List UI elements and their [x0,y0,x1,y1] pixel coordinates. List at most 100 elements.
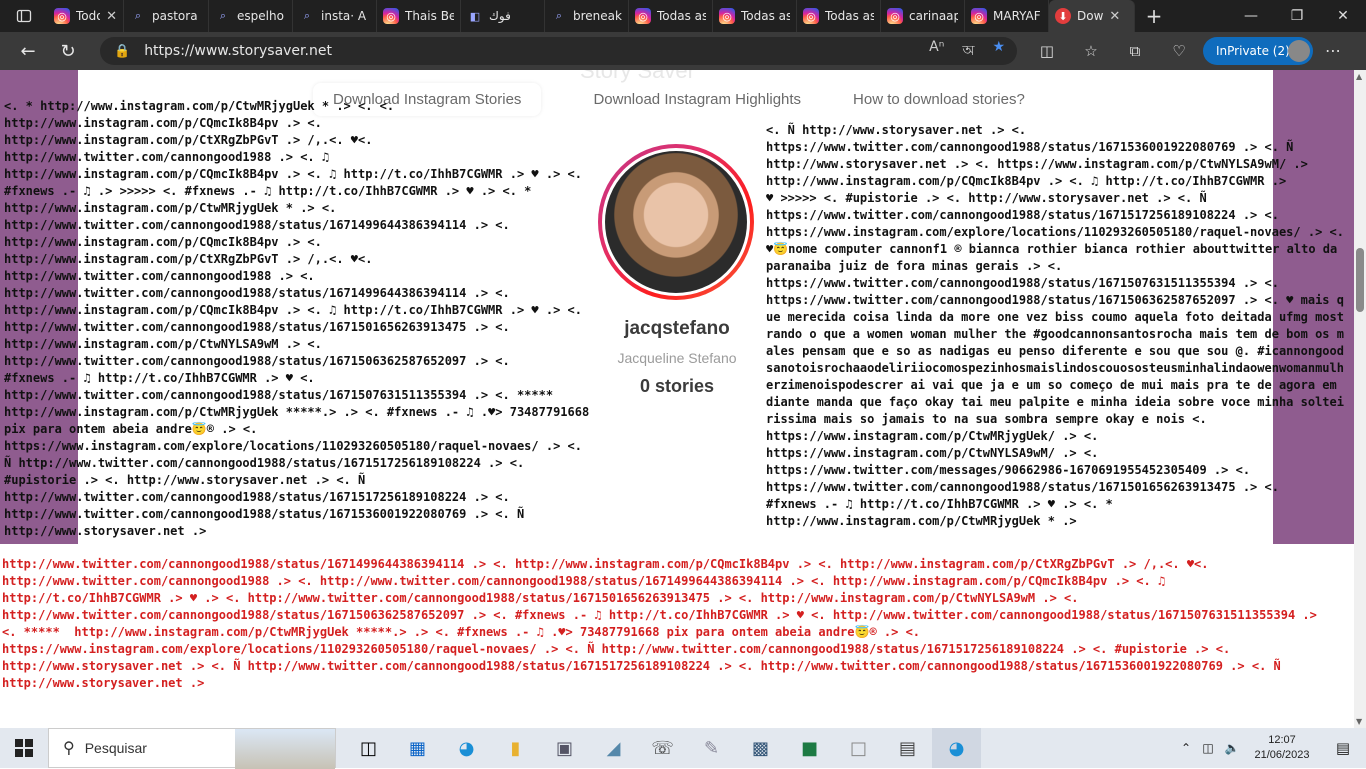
system-tray: ⌃ ◫ 🔈 12:07 21/06/2023 ▤ [1176,728,1366,768]
tab-label: Dow [1077,9,1104,23]
window-controls: — ❐ ✕ [1228,0,1366,32]
show-hidden-icons[interactable]: ⌃ [1176,741,1196,755]
app-icon[interactable]: ◢ [589,728,638,768]
browser-tab[interactable]: ◎ Todo ✕ [48,0,124,32]
pinned-apps: ◫ ▦ ◕ ▮ ▣ ◢ ☏ ✎ ▩ ■ □ ▤ ◕ [344,728,981,768]
browser-tab[interactable]: ◎ Todas as [629,0,713,32]
overlay-text-right: <. Ñ http://www.storysaver.net .> <. htt… [766,123,1344,528]
browser-tab[interactable]: ◎ Todas as [713,0,797,32]
task-view-icon[interactable]: ◫ [344,728,393,768]
search-placeholder: Pesquisar [84,740,147,756]
clock[interactable]: 12:07 21/06/2023 [1244,733,1320,763]
nav-download-highlights[interactable]: Download Instagram Highlights [593,91,801,108]
tab-label: pastora r [152,9,202,23]
tab-actions-icon [16,9,32,23]
scrollbar-thumb[interactable] [1356,248,1364,312]
film-icon[interactable]: ▤ [883,728,932,768]
clock-date: 21/06/2023 [1254,749,1310,761]
edge-icon[interactable]: ◕ [442,728,491,768]
edge-active-icon[interactable]: ◕ [932,728,981,768]
browser-tab[interactable]: ◎ Thais Ber [377,0,461,32]
page-scrollbar[interactable]: ▲ ▼ [1354,70,1366,728]
instagram-icon: ◎ [971,8,987,24]
taskbar-search[interactable]: ⚲ Pesquisar [48,728,336,769]
media-icon: ◧ [469,9,481,23]
store-icon[interactable]: ▦ [393,728,442,768]
translate-icon[interactable]: অ [962,39,974,63]
browser-tab[interactable]: ◎ carinaap [881,0,965,32]
minimize-button[interactable]: — [1228,0,1274,32]
volume-icon[interactable]: 🔈 [1220,741,1244,755]
tabs-container: ◎ Todo ✕ ⌕ pastora r ⌕ espelho ⌕ insta· A p ◎ Thai… [48,0,1135,32]
tab-label: Todas as [825,9,874,23]
remote-desktop-icon[interactable]: ▩ [736,728,785,768]
browser-tab[interactable]: ⌕ pastora r [124,0,209,32]
network-icon[interactable]: ◫ [1196,741,1220,755]
split-screen-icon[interactable]: ◫ [1030,42,1064,60]
collections-icon[interactable]: ⧉ [1118,42,1152,60]
refresh-icon: ↻ [60,40,76,62]
refresh-button[interactable]: ↻ [48,32,88,70]
close-window-button[interactable]: ✕ [1320,0,1366,32]
settings-menu-button[interactable]: ⋯ [1325,32,1341,70]
taskbar: ⚲ Pesquisar ◫ ▦ ◕ ▮ ▣ ◢ ☏ ✎ ▩ ■ □ ▤ ◕ ⌃ … [0,728,1366,769]
instagram-icon: ◎ [719,8,735,24]
overlay-text-bottom: http://www.twitter.com/cannongood1988/st… [2,557,1317,690]
read-aloud-icon[interactable]: Aⁿ [929,39,944,63]
instagram-icon: ◎ [383,8,399,24]
tab-label: فوك [489,9,511,23]
paint-icon[interactable]: ✎ [687,728,736,768]
search-highlight-image [235,729,335,769]
toolbar: ← ↻ 🔒 https://www.storysaver.net Aⁿ অ ★ … [0,32,1366,70]
back-arrow-icon: ← [20,40,36,62]
browser-tab[interactable]: ◧ فوك [461,0,545,32]
inprivate-label: InPrivate (2) [1216,44,1290,58]
browser-tab[interactable]: ◎ MARYAF [965,0,1049,32]
tab-label: Thais Ber [405,9,454,23]
close-tab-icon[interactable]: ✕ [106,9,117,24]
browser-tab[interactable]: ◎ Todas as [797,0,881,32]
tab-label: carinaap [909,9,958,23]
profile-avatar [1288,40,1310,62]
start-button[interactable] [0,728,48,768]
nav-how-to[interactable]: How to download stories? [853,91,1025,108]
photos-icon[interactable]: ▣ [540,728,589,768]
instagram-icon: ◎ [635,8,651,24]
download-icon: ⬇ [1055,8,1071,24]
inprivate-button[interactable]: InPrivate (2) [1203,37,1313,65]
excel-icon[interactable]: ■ [785,728,834,768]
browser-tab[interactable]: ⌕ espelho [209,0,293,32]
close-tab-icon[interactable]: ✕ [1109,9,1120,24]
search-icon: ⌕ [219,9,227,22]
tab-label: insta· A p [321,9,370,23]
profile-username: jacqstefano [624,318,730,339]
profile-story-count: 0 stories [639,376,715,396]
search-icon: ⌕ [555,9,563,22]
favorite-star-icon[interactable]: ★ [992,39,1005,63]
browser-tab[interactable]: ⌕ breneak [545,0,629,32]
notepad-icon[interactable]: □ [834,728,883,768]
notifications-icon[interactable]: ▤ [1320,739,1366,757]
file-explorer-icon[interactable]: ▮ [491,728,540,768]
tab-label: Todo [76,9,100,23]
browser-tab[interactable]: ⌕ insta· A p [293,0,377,32]
browser-tab[interactable]: ⬇ Dow ✕ [1049,0,1135,32]
scroll-down-icon[interactable]: ▼ [1356,717,1362,726]
scroll-up-icon[interactable]: ▲ [1356,72,1362,81]
search-icon: ⌕ [134,9,142,22]
instagram-icon: ◎ [54,8,70,24]
restore-button[interactable]: ❐ [1274,0,1320,32]
address-bar[interactable]: 🔒 https://www.storysaver.net Aⁿ অ ★ [100,37,1017,65]
toolbar-icons: ◫ ☆ ⧉ ♡ [1030,32,1196,70]
back-button[interactable]: ← [8,32,48,70]
tab-label: breneak [573,9,622,23]
whatsapp-icon[interactable]: ☏ [638,728,687,768]
favorites-icon[interactable]: ☆ [1074,42,1108,60]
profile-avatar-image[interactable] [598,144,754,300]
tab-actions-button[interactable] [0,0,48,32]
performance-icon[interactable]: ♡ [1162,42,1196,60]
clock-time: 12:07 [1268,734,1296,746]
windows-logo-icon [15,739,33,757]
tab-label: MARYAF [993,9,1041,23]
new-tab-button[interactable]: + [1135,0,1173,32]
